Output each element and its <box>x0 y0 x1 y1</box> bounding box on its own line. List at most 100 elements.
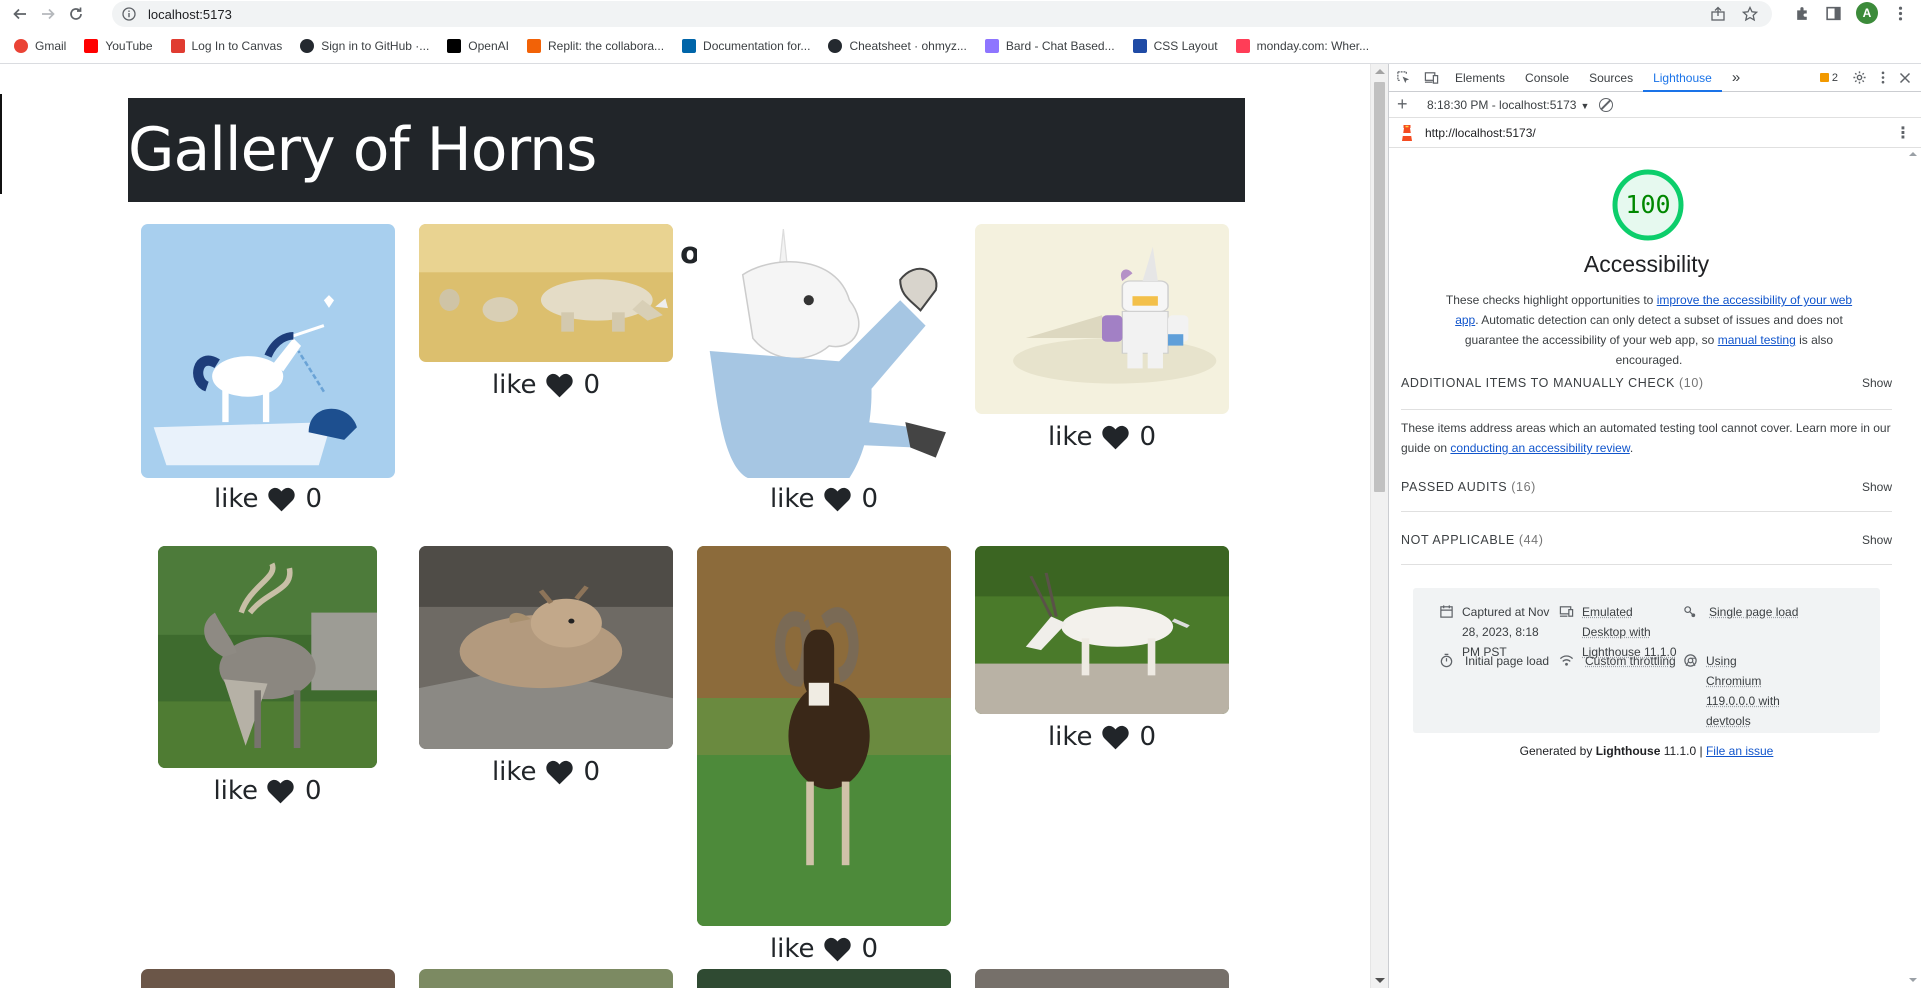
bookmark-favicon-icon <box>1235 38 1250 53</box>
clear-reports-icon[interactable] <box>1599 97 1614 112</box>
back-button[interactable] <box>6 0 34 28</box>
animal-image-mouflon[interactable] <box>697 546 951 926</box>
heart-icon-wrap <box>267 486 296 512</box>
scroll-down-arrow-icon[interactable] <box>1375 978 1385 983</box>
like-button[interactable]: like 0 <box>975 420 1229 454</box>
report-url[interactable]: http://localhost:5173/ <box>1425 126 1536 140</box>
animal-image-markhor[interactable] <box>158 546 377 768</box>
file-issue-link[interactable]: File an issue <box>1706 744 1773 758</box>
tab-console[interactable]: Console <box>1515 64 1579 92</box>
heart-icon-wrap <box>823 486 852 512</box>
bookmark-item[interactable]: Cheatsheet · ohmyz... <box>828 38 967 53</box>
calendar-icon <box>1440 605 1453 618</box>
like-count: 0 <box>1139 422 1157 452</box>
info-icon[interactable] <box>122 7 136 21</box>
bookmark-item[interactable]: Bard - Chat Based... <box>984 38 1115 53</box>
animal-image-rhino-family[interactable] <box>419 224 673 362</box>
heart-icon-wrap <box>1101 424 1130 450</box>
like-label: like <box>769 934 815 964</box>
group-manual-check[interactable]: ADDITIONAL ITEMS TO MANUALLY CHECK (10) … <box>1401 376 1892 410</box>
bookmark-item[interactable]: monday.com: Wher... <box>1235 38 1369 53</box>
heart-icon <box>1101 425 1129 450</box>
heart-icon <box>267 779 294 804</box>
show-not-applicable-button[interactable]: Show <box>1862 533 1892 564</box>
devtools-scrollbar[interactable] <box>1905 148 1921 988</box>
like-button[interactable]: like 0 <box>158 774 377 808</box>
devtools-actions: 2 <box>1819 70 1921 85</box>
like-button[interactable]: like 0 <box>141 482 395 516</box>
animal-image-unicorn-lego[interactable] <box>975 224 1229 414</box>
group-title: ADDITIONAL ITEMS TO MANUALLY CHECK (10) <box>1401 376 1704 390</box>
animal-image-unicorn-head[interactable] <box>697 224 951 478</box>
scroll-up-arrow-icon[interactable] <box>1375 69 1385 74</box>
animal-image-addax[interactable] <box>975 546 1229 714</box>
close-icon[interactable] <box>1899 72 1911 84</box>
like-button[interactable]: like 0 <box>975 720 1229 754</box>
bookmark-star-icon[interactable] <box>1742 6 1758 22</box>
bookmark-label: OpenAI <box>468 38 509 53</box>
like-button[interactable]: like 0 <box>697 482 951 516</box>
profile-avatar[interactable]: A <box>1856 2 1878 24</box>
bookmark-item[interactable]: OpenAI <box>447 38 509 53</box>
show-passed-button[interactable]: Show <box>1862 480 1892 511</box>
like-label: like <box>1047 722 1093 752</box>
devtools-menu-icon[interactable] <box>1881 70 1885 85</box>
animal-image-partial[interactable] <box>697 969 951 988</box>
device-toolbar-button[interactable] <box>1417 70 1445 85</box>
address-url[interactable]: localhost:5173 <box>148 7 232 22</box>
bookmark-item[interactable]: Gmail <box>14 38 66 53</box>
settings-gear-icon[interactable] <box>1852 70 1867 85</box>
dt-scroll-up-icon[interactable] <box>1909 152 1917 156</box>
bookmark-favicon-icon <box>14 38 28 53</box>
manual-check-description: These items address areas which an autom… <box>1401 418 1892 458</box>
inspect-element-button[interactable] <box>1389 70 1417 85</box>
like-button[interactable]: like 0 <box>419 368 673 402</box>
report-menu-icon[interactable]: ⋮ <box>1895 123 1911 143</box>
issues-badge[interactable]: 2 <box>1819 72 1838 84</box>
show-manual-button[interactable]: Show <box>1862 376 1892 409</box>
bookmark-item[interactable]: Sign in to GitHub ·... <box>300 38 430 53</box>
tab-elements[interactable]: Elements <box>1445 64 1515 92</box>
extensions-icon[interactable] <box>1794 5 1811 22</box>
like-count: 0 <box>583 370 601 400</box>
tab-lighthouse[interactable]: Lighthouse <box>1643 64 1722 92</box>
env-load: Single page load <box>1683 602 1873 622</box>
bookmark-item[interactable]: Documentation for... <box>682 38 810 53</box>
animal-image-unicorn-and-narwhal[interactable] <box>141 224 395 478</box>
animal-image-partial[interactable] <box>975 969 1229 988</box>
caret-down-icon: ▼ <box>1580 100 1590 111</box>
like-button[interactable]: like 0 <box>697 932 951 966</box>
bookmark-item[interactable]: CSS Layout <box>1132 38 1218 53</box>
forward-button[interactable] <box>34 0 62 28</box>
desc-text-1: These checks highlight opportunities to <box>1445 293 1657 307</box>
more-tabs-button[interactable]: » <box>1722 64 1750 92</box>
animal-image-partial[interactable] <box>141 969 395 988</box>
manual-testing-link[interactable]: manual testing <box>1718 333 1796 347</box>
address-bar[interactable]: localhost:5173 <box>112 1 1772 27</box>
tab-sources[interactable]: Sources <box>1579 64 1643 92</box>
side-panel-icon[interactable] <box>1825 5 1842 22</box>
env-initial: Initial page load <box>1439 651 1559 671</box>
bookmark-item[interactable]: YouTube <box>84 38 153 53</box>
bookmark-item[interactable]: Replit: the collabora... <box>526 38 664 53</box>
share-icon[interactable] <box>1710 6 1726 22</box>
new-report-button[interactable]: + <box>1397 94 1415 115</box>
page-scrollbar[interactable] <box>1370 64 1388 988</box>
bookmark-favicon-icon <box>84 38 99 53</box>
bookmark-item[interactable]: Log In to Canvas <box>170 38 282 53</box>
group-not-applicable[interactable]: NOT APPLICABLE (44) Show <box>1401 533 1892 565</box>
desktop-icon <box>1559 606 1574 617</box>
like-button[interactable]: like 0 <box>419 755 673 789</box>
report-selector[interactable]: 8:18:30 PM - localhost:5173 ▼ <box>1427 98 1589 112</box>
warning-icon <box>1819 73 1829 82</box>
kebab-menu-icon[interactable] <box>1892 5 1909 22</box>
scrollbar-thumb[interactable] <box>1374 82 1385 492</box>
dt-scroll-down-icon[interactable] <box>1909 978 1917 982</box>
bookmark-label: Sign in to GitHub ·... <box>321 38 430 53</box>
animal-image-baby-goat[interactable] <box>419 546 673 749</box>
group-passed-audits[interactable]: PASSED AUDITS (16) Show <box>1401 480 1892 512</box>
animal-image-partial[interactable] <box>419 969 673 988</box>
accessibility-review-link[interactable]: conducting an accessibility review <box>1450 441 1629 455</box>
reload-button[interactable] <box>62 0 90 28</box>
category-title: Accessibility <box>1583 251 1710 277</box>
